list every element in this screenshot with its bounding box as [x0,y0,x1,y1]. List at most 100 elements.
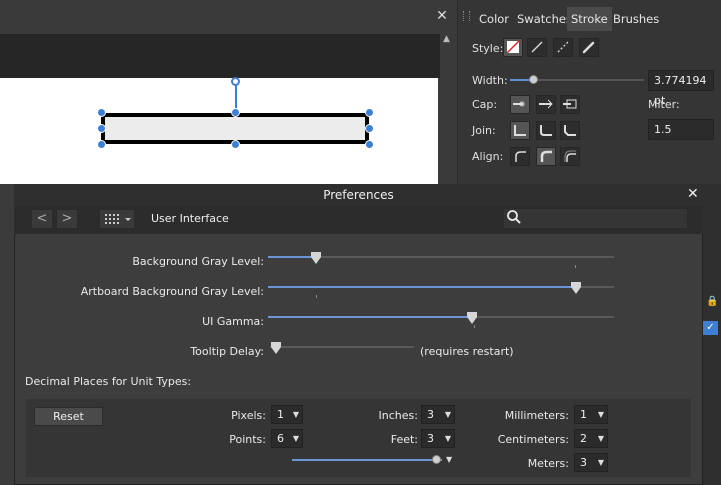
inches-select[interactable]: 3 ▼ [421,405,455,424]
points-select[interactable]: 6 ▼ [271,429,303,448]
popup-slider-knob[interactable] [432,455,441,464]
millimeters-value: 1 [580,408,587,421]
square-cap-icon [563,99,577,109]
chevron-down-icon: ▼ [597,434,604,443]
handle-middle-left[interactable] [97,124,106,133]
background-gray-slider-knob[interactable] [311,257,322,264]
style-brush-button[interactable] [579,38,599,57]
feet-select[interactable]: 3 ▼ [421,429,455,448]
tab-brushes[interactable]: Brushes [609,7,663,31]
document-tab-bar [0,0,457,34]
ui-gamma-slider-fill [268,316,473,318]
back-button[interactable]: < [31,209,53,229]
lock-icon[interactable]: 🔒 [706,296,718,307]
millimeters-select[interactable]: 1 ▼ [574,405,608,424]
feet-label: Feet: [390,433,418,446]
background-gray-label: Background Gray Level: [132,255,264,268]
style-label: Style: [472,42,504,55]
width-slider-knob[interactable] [528,75,538,84]
handle-top-center[interactable] [231,108,240,117]
centimeters-select[interactable]: 2 ▼ [574,429,608,448]
show-all-sections-button[interactable] [99,209,135,229]
round-join-icon [540,125,552,136]
forward-button[interactable]: > [56,209,78,229]
cap-butt-button[interactable] [510,95,530,114]
meters-label: Meters: [527,457,569,470]
miter-field[interactable]: 1.5 [648,119,714,140]
rotation-handle[interactable] [231,77,240,86]
chevron-down-icon: ▼ [292,410,299,419]
millimeters-label: Millimeters: [504,409,569,422]
pixels-select[interactable]: 1 ▼ [271,405,303,424]
tooltip-delay-slider[interactable] [270,346,414,348]
ui-gamma-slider-knob[interactable] [467,317,478,324]
artboard-gray-slider-knob[interactable] [570,287,581,294]
align-outside-button[interactable] [560,147,580,166]
dashed-line-icon [557,41,569,53]
join-label: Join: [472,124,496,137]
join-bevel-button[interactable] [560,121,580,140]
chevron-down-icon: ▼ [444,410,451,419]
inches-label: Inches: [378,409,418,422]
width-field[interactable]: 3.774194 pt [648,70,714,107]
bevel-join-icon [564,125,576,136]
align-center-button[interactable] [536,147,556,166]
style-none-button[interactable] [503,38,523,57]
cap-round-button[interactable] [536,95,556,114]
pixels-label: Pixels: [231,409,266,422]
reset-button[interactable]: Reset [34,407,103,426]
visibility-checkbox[interactable]: ✓ [703,321,718,335]
scroll-up-arrow-icon[interactable]: ▲ [443,34,450,44]
chevron-down-icon: ▼ [597,458,604,467]
slider-tick [316,295,317,298]
join-round-button[interactable] [536,121,556,140]
background-gray-slider-fill [268,256,317,258]
cap-label: Cap: [472,98,498,111]
handle-bottom-right[interactable] [365,140,374,149]
close-document-icon[interactable]: ✕ [434,8,450,24]
style-solid-button[interactable] [527,38,547,57]
tooltip-delay-slider-knob[interactable] [270,347,281,354]
handle-bottom-center[interactable] [231,140,240,149]
align-center-icon [540,150,552,162]
vertical-scrollbar[interactable] [440,34,457,184]
handle-middle-right[interactable] [365,124,374,133]
centimeters-value: 2 [580,432,587,445]
no-stroke-icon [506,40,520,54]
butt-cap-icon [513,101,525,107]
chevron-down-icon [125,218,131,221]
chevron-down-icon[interactable]: ▼ [446,455,452,464]
slider-tick [474,325,475,328]
close-preferences-icon[interactable]: ✕ [687,186,699,202]
grid-icon [105,214,131,224]
points-value: 6 [277,432,284,445]
solid-line-icon [531,41,543,53]
handle-top-left[interactable] [97,108,106,117]
decimal-places-label: Decimal Places for Unit Types: [25,375,192,388]
tab-color[interactable]: Color [475,7,513,31]
chevron-down-icon: ▼ [292,434,299,443]
tooltip-delay-label: Tooltip Delay: [190,345,264,358]
join-miter-button[interactable] [510,121,530,140]
meters-select[interactable]: 3 ▼ [574,453,608,472]
align-outside-icon [564,150,576,162]
align-inside-button[interactable] [510,147,530,166]
width-label: Width: [472,74,508,87]
requires-restart-note: (requires restart) [420,345,514,358]
artboard-gray-slider-fill [268,286,576,288]
tab-stroke[interactable]: Stroke [567,7,612,31]
cap-square-button[interactable] [560,95,580,114]
slider-tick [575,265,576,268]
inches-value: 3 [427,408,434,421]
centimeters-label: Centimeters: [497,433,569,446]
ui-gamma-label: UI Gamma: [202,315,264,328]
panel-grip-icon[interactable] [463,11,470,21]
meters-value: 3 [580,456,587,469]
style-dashed-button[interactable] [553,38,573,57]
miter-join-icon [514,125,526,136]
search-input[interactable] [503,208,688,229]
handle-bottom-left[interactable] [97,140,106,149]
popup-slider-track[interactable] [292,459,442,461]
feet-value: 3 [427,432,434,445]
handle-top-right[interactable] [365,108,374,117]
